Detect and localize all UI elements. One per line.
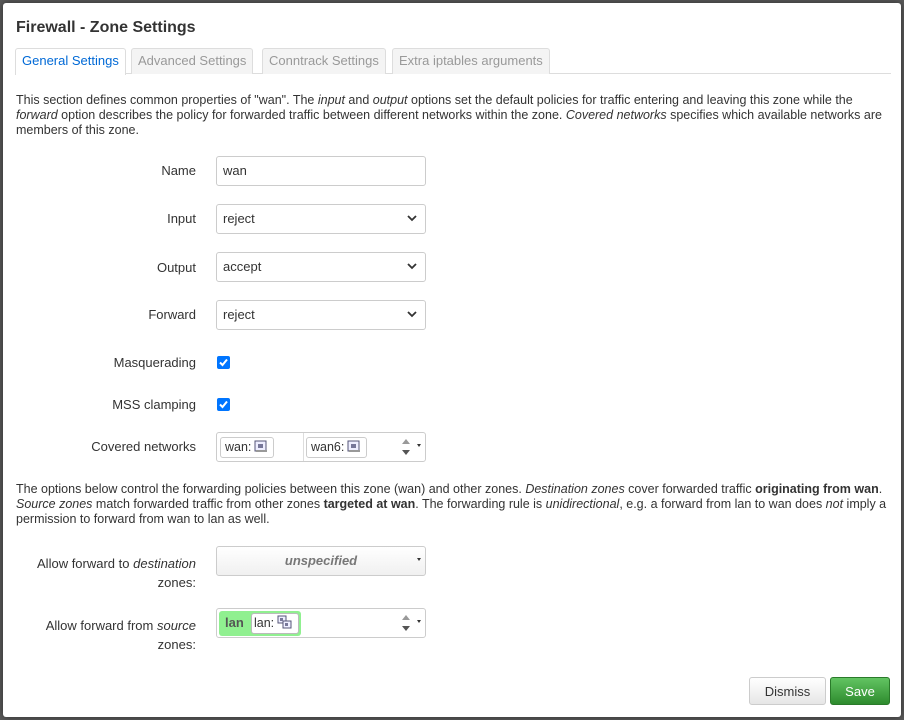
chevron-down-icon [407,311,417,318]
ethernet-port-icon [254,440,268,452]
tab-conntrack-settings[interactable]: Conntrack Settings [262,48,386,74]
output-policy-select[interactable]: accept [216,252,426,282]
checkmark-icon [219,400,228,409]
covered-networks-label: Covered networks [91,439,196,454]
zone-name: lan [225,615,244,630]
tab-extra-iptables[interactable]: Extra iptables arguments [392,48,550,74]
forward-policy-select[interactable]: reject [216,300,426,330]
forwarding-description: The options below control the forwarding… [16,482,887,526]
name-label: Name [161,163,196,178]
source-zones-label: Allow forward from source zones: [45,618,196,652]
network-chip-wan6: wan6: [306,437,368,458]
name-input[interactable]: wan [216,156,426,186]
output-policy-label: Output [156,260,196,275]
scroll-arrows-icon[interactable] [401,612,411,634]
zone-network-chip: lan: [251,613,299,634]
scroll-arrows-icon[interactable] [401,436,411,458]
dismiss-button[interactable]: Dismiss [749,677,826,705]
tab-advanced-settings[interactable]: Advanced Settings [131,48,254,74]
checkmark-icon [219,358,228,367]
dropdown-arrow-icon [417,620,421,623]
general-description: This section defines common properties o… [16,93,882,137]
zone-settings-dialog: Firewall - Zone Settings General Setting… [3,3,901,717]
dest-zones-select[interactable]: unspecified [216,546,426,576]
masquerading-label: Masquerading [113,355,196,370]
input-policy-select[interactable]: reject [216,204,426,234]
zone-badge-lan: lan lan: [219,611,301,636]
forward-policy-label: Forward [148,307,196,322]
mss-clamping-label: MSS clamping [112,397,196,412]
dest-zones-label: Allow forward to destination zones: [37,556,196,590]
ethernet-port-icon [347,440,361,452]
mss-clamping-checkbox[interactable] [217,398,230,411]
masquerading-checkbox[interactable] [217,356,230,369]
tab-general-settings[interactable]: General Settings [15,48,126,75]
dropdown-arrow-icon [417,444,421,447]
network-chip-wan: wan: [220,437,275,458]
save-button[interactable]: Save [830,677,890,705]
dropdown-arrow-icon [417,558,421,561]
chevron-down-icon [407,215,417,222]
source-zones-select[interactable]: lan lan: [216,608,426,638]
bridge-network-icon [277,615,292,629]
dialog-title: Firewall - Zone Settings [16,19,196,36]
chip-divider [303,433,304,461]
input-policy-label: Input [167,211,196,226]
covered-networks-select[interactable]: wan: wan6: [216,432,426,462]
chevron-down-icon [407,263,417,270]
tab-bar: General Settings Advanced Settings Connt… [15,48,891,75]
